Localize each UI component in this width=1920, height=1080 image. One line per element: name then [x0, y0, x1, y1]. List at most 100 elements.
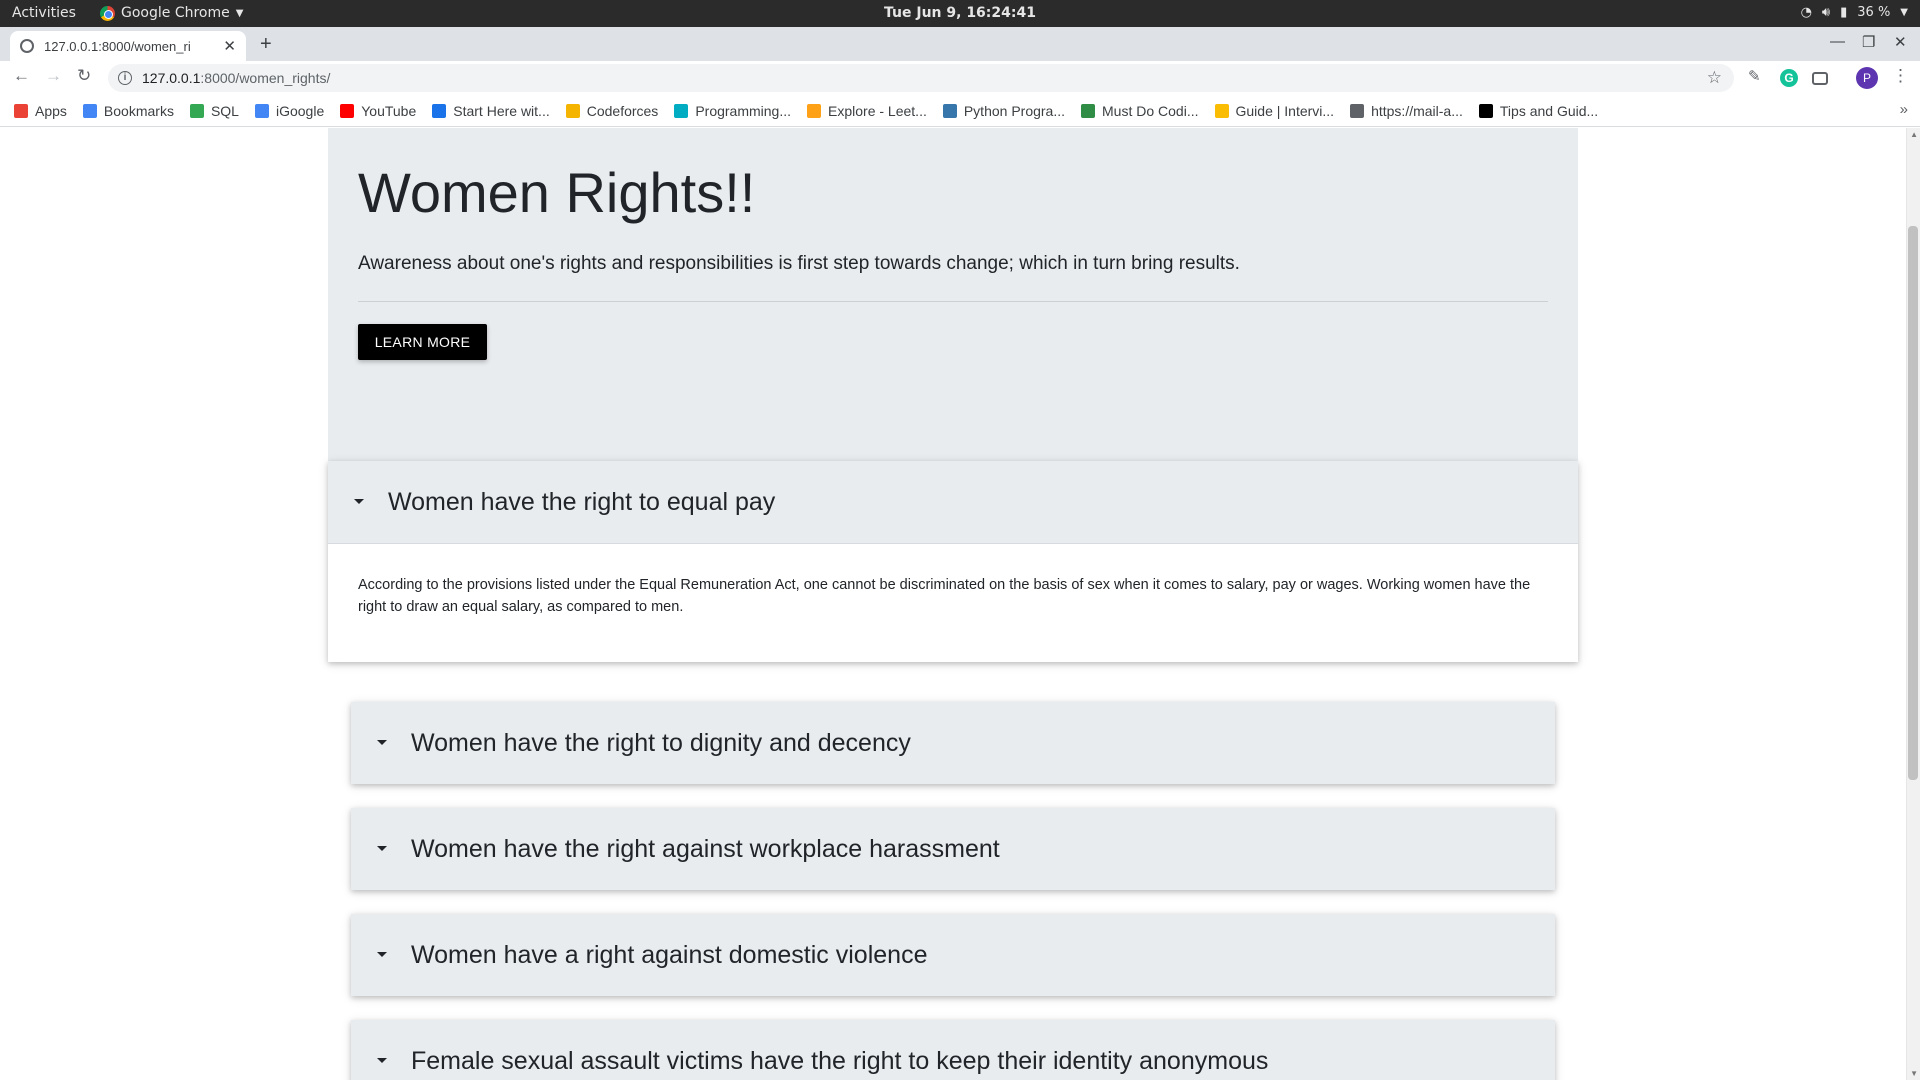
- globe-icon: [20, 39, 34, 53]
- bookmark-item[interactable]: SQL: [189, 102, 239, 119]
- bookmark-item[interactable]: Apps: [14, 103, 67, 119]
- bookmark-item[interactable]: Programming...: [674, 103, 791, 119]
- bookmark-label: Bookmarks: [103, 102, 174, 119]
- minimize-icon[interactable]: —: [1830, 33, 1845, 50]
- bookmark-label: Start Here wit...: [453, 102, 550, 119]
- scrollbar-thumb[interactable]: [1908, 226, 1918, 780]
- reload-button[interactable]: ↻: [77, 66, 91, 86]
- battery-level: 36 %: [1857, 5, 1891, 20]
- chevron-down-icon: ▼: [1900, 7, 1908, 18]
- hero-lead: Awareness about one's rights and respons…: [358, 253, 1240, 274]
- cast-extension-icon[interactable]: [1812, 72, 1828, 85]
- bookmark-item[interactable]: Python Progra...: [942, 102, 1066, 119]
- chevron-down-icon: ▼: [235, 7, 244, 19]
- caret-down-icon: [377, 740, 387, 745]
- bookmark-item[interactable]: Guide | Intervi...: [1214, 102, 1335, 119]
- star-icon: [82, 103, 97, 118]
- accordion-header[interactable]: Women have the right to dignity and dece…: [351, 702, 1555, 784]
- bookmark-item[interactable]: YouTube: [340, 103, 416, 119]
- accordion-title: Women have the right against workplace h…: [411, 834, 1000, 863]
- python-icon: [942, 103, 957, 118]
- accordion-item-workplace-harassment: Women have the right against workplace h…: [351, 808, 1555, 890]
- scroll-down-arrow-icon[interactable]: ▼: [1910, 1069, 1918, 1078]
- page-scrollbar[interactable]: ▲ ▼: [1906, 128, 1920, 1080]
- accordion-body: According to the provisions listed under…: [328, 543, 1578, 662]
- info-icon[interactable]: i: [118, 71, 132, 85]
- sql-icon: [189, 103, 204, 118]
- accordion-title: Women have the right to equal pay: [388, 487, 776, 516]
- caret-down-icon: [377, 952, 387, 957]
- accordion-item-equal-pay: Women have the right to equal pay Accord…: [328, 461, 1578, 662]
- os-top-bar: Activities Google Chrome ▼ Tue Jun 9, 16…: [0, 0, 1920, 27]
- scroll-up-arrow-icon[interactable]: ▲: [1910, 130, 1918, 139]
- accordion-title: Women have the right to dignity and dece…: [411, 728, 911, 757]
- bookmark-item[interactable]: Explore - Leet...: [807, 103, 927, 119]
- google-icon: [254, 103, 269, 118]
- url-path: :8000/women_rights/: [200, 70, 331, 86]
- restore-icon[interactable]: ❐: [1862, 33, 1875, 51]
- forward-button[interactable]: →: [45, 66, 62, 86]
- accordion-item-domestic-violence: Women have a right against domestic viol…: [351, 914, 1555, 996]
- bookmark-label: Guide | Intervi...: [1235, 102, 1335, 119]
- bookmark-label: YouTube: [361, 102, 417, 119]
- caret-down-icon: [377, 846, 387, 851]
- accordion-header[interactable]: Female sexual assault victims have the r…: [351, 1020, 1555, 1080]
- bookmark-label: iGoogle: [275, 102, 325, 119]
- app-menu[interactable]: Google Chrome ▼: [100, 5, 243, 21]
- more-bookmarks-icon[interactable]: »: [1900, 101, 1908, 118]
- bookmark-label: Must Do Codi...: [1102, 102, 1199, 119]
- address-bar[interactable]: i 127.0.0.1:8000/women_rights/ ☆: [108, 64, 1734, 92]
- bookmark-label: SQL: [210, 102, 239, 119]
- circle-p-icon: [432, 103, 447, 118]
- gfg-icon: [1081, 103, 1096, 118]
- accordion-header[interactable]: Women have the right to equal pay: [328, 461, 1578, 543]
- caret-down-icon: [377, 1058, 387, 1063]
- browser-tab[interactable]: 127.0.0.1:8000/women_ri ✕: [10, 31, 246, 61]
- bookmark-item[interactable]: iGoogle: [254, 102, 325, 119]
- tab-strip: 127.0.0.1:8000/women_ri ✕ + — ❐ ✕: [0, 27, 1920, 61]
- page-title: Women Rights!!: [358, 161, 756, 224]
- clock[interactable]: Tue Jun 9, 16:24:41: [0, 5, 1920, 21]
- accordion-header[interactable]: Women have the right against workplace h…: [351, 808, 1555, 890]
- accordion-title: Female sexual assault victims have the r…: [411, 1046, 1269, 1075]
- accordion-item-anonymity: Female sexual assault victims have the r…: [351, 1020, 1555, 1080]
- hackerrank-icon: [1478, 103, 1493, 118]
- wifi-icon: ◔: [1800, 5, 1812, 20]
- bookmark-item[interactable]: Tips and Guid...: [1478, 103, 1598, 119]
- chrome-menu-icon[interactable]: ⋮: [1892, 66, 1909, 86]
- bookmark-label: Apps: [35, 102, 67, 119]
- caret-down-icon: [354, 499, 364, 504]
- system-status-menu[interactable]: ◔ 🔊︎ ▮ 36 % ▼: [1801, 5, 1908, 20]
- volume-icon: 🔊︎: [1821, 5, 1831, 20]
- leetcode-icon: [807, 103, 822, 118]
- chrome-icon: [100, 5, 115, 21]
- bookmark-star-icon[interactable]: ☆: [1707, 68, 1722, 88]
- divider: [358, 301, 1548, 302]
- bookmark-item[interactable]: Codeforces: [565, 102, 659, 119]
- apps-grid-icon: [14, 103, 28, 118]
- bookmark-label: Codeforces: [586, 102, 659, 119]
- page-viewport: Women Rights!! Awareness about one's rig…: [0, 128, 1920, 1080]
- beta-icon: [674, 103, 689, 118]
- bookmark-label: https://mail-a...: [1371, 102, 1463, 119]
- accordion-header[interactable]: Women have a right against domestic viol…: [351, 914, 1555, 996]
- browser-toolbar: ← → ↻ i 127.0.0.1:8000/women_rights/ ☆ ✎…: [0, 61, 1920, 95]
- activities-button[interactable]: Activities: [12, 5, 76, 21]
- app-menu-label: Google Chrome: [121, 5, 230, 21]
- new-tab-button[interactable]: +: [260, 33, 272, 56]
- close-window-icon[interactable]: ✕: [1894, 33, 1907, 51]
- close-tab-icon[interactable]: ✕: [223, 37, 236, 55]
- bookmarks-bar: Apps Bookmarks SQL iGoogle YouTube Start Here…: [0, 95, 1920, 127]
- bookmark-item[interactable]: Bookmarks: [82, 102, 174, 119]
- learn-more-button[interactable]: LEARN MORE: [358, 324, 487, 360]
- bookmark-item[interactable]: Must Do Codi...: [1081, 102, 1199, 119]
- youtube-icon: [340, 103, 355, 118]
- globe-icon: [1350, 103, 1365, 118]
- back-button[interactable]: ←: [13, 66, 30, 86]
- bookmark-item[interactable]: Start Here wit...: [432, 102, 550, 119]
- grammarly-extension-icon[interactable]: G: [1780, 69, 1798, 87]
- profile-avatar[interactable]: P: [1856, 67, 1878, 89]
- bookmark-item[interactable]: https://mail-a...: [1350, 103, 1463, 119]
- bookmark-label: Python Progra...: [963, 102, 1066, 119]
- eyedropper-extension-icon[interactable]: ✎: [1748, 67, 1766, 85]
